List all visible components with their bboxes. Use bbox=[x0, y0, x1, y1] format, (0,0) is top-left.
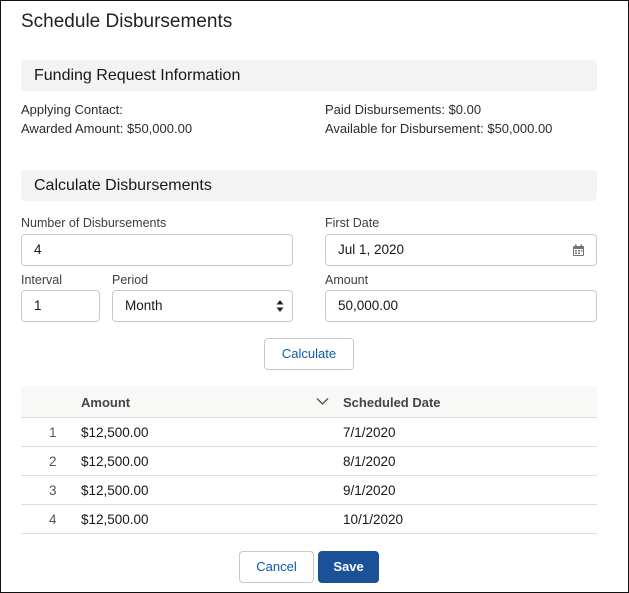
row-amount: $12,500.00 bbox=[81, 425, 149, 440]
available-for-disbursement: Available for Disbursement: $50,000.00 bbox=[325, 121, 553, 136]
select-arrows-icon bbox=[276, 300, 284, 312]
interval-label: Interval bbox=[21, 273, 62, 287]
num-disbursements-label: Number of Disbursements bbox=[21, 216, 167, 230]
row-number: 4 bbox=[49, 512, 57, 527]
chevron-down-icon[interactable] bbox=[316, 397, 329, 406]
awarded-amount: Awarded Amount: $50,000.00 bbox=[21, 121, 193, 136]
period-value: Month bbox=[125, 298, 163, 313]
table-row: 4 $12,500.00 10/1/2020 bbox=[21, 505, 597, 534]
first-date-input[interactable]: Jul 1, 2020 bbox=[325, 234, 597, 266]
save-button[interactable]: Save bbox=[318, 551, 379, 583]
row-number: 2 bbox=[49, 454, 57, 469]
paid-disbursements: Paid Disbursements: $0.00 bbox=[325, 102, 482, 117]
table-row: 3 $12,500.00 9/1/2020 bbox=[21, 476, 597, 505]
column-header-amount[interactable]: Amount bbox=[81, 395, 130, 410]
row-amount: $12,500.00 bbox=[81, 483, 149, 498]
funding-section-header: Funding Request Information bbox=[21, 60, 597, 91]
row-amount: $12,500.00 bbox=[81, 512, 149, 527]
first-date-value: Jul 1, 2020 bbox=[338, 242, 405, 257]
table-row: 2 $12,500.00 8/1/2020 bbox=[21, 447, 597, 476]
row-number: 1 bbox=[49, 425, 57, 440]
row-date: 9/1/2020 bbox=[343, 483, 396, 498]
row-amount: $12,500.00 bbox=[81, 454, 149, 469]
num-disbursements-input[interactable]: 4 bbox=[21, 234, 293, 266]
column-header-scheduled-date[interactable]: Scheduled Date bbox=[343, 395, 441, 410]
amount-label: Amount bbox=[325, 273, 369, 287]
calculate-section-header: Calculate Disbursements bbox=[21, 170, 597, 201]
row-date: 7/1/2020 bbox=[343, 425, 396, 440]
interval-input[interactable]: 1 bbox=[21, 290, 100, 322]
calendar-icon[interactable] bbox=[572, 244, 585, 257]
table-row: 1 $12,500.00 7/1/2020 bbox=[21, 418, 597, 447]
cancel-button[interactable]: Cancel bbox=[239, 551, 314, 583]
period-select[interactable]: Month bbox=[112, 290, 293, 322]
applying-contact: Applying Contact: bbox=[21, 102, 123, 117]
row-number: 3 bbox=[49, 483, 57, 498]
modal-title: Schedule Disbursements bbox=[21, 11, 233, 32]
row-date: 8/1/2020 bbox=[343, 454, 396, 469]
row-date: 10/1/2020 bbox=[343, 512, 404, 527]
table-header: Amount Scheduled Date bbox=[21, 386, 597, 418]
first-date-label: First Date bbox=[325, 216, 380, 230]
calculate-button[interactable]: Calculate bbox=[264, 338, 354, 370]
amount-input[interactable]: 50,000.00 bbox=[325, 290, 597, 322]
period-label: Period bbox=[112, 273, 149, 287]
